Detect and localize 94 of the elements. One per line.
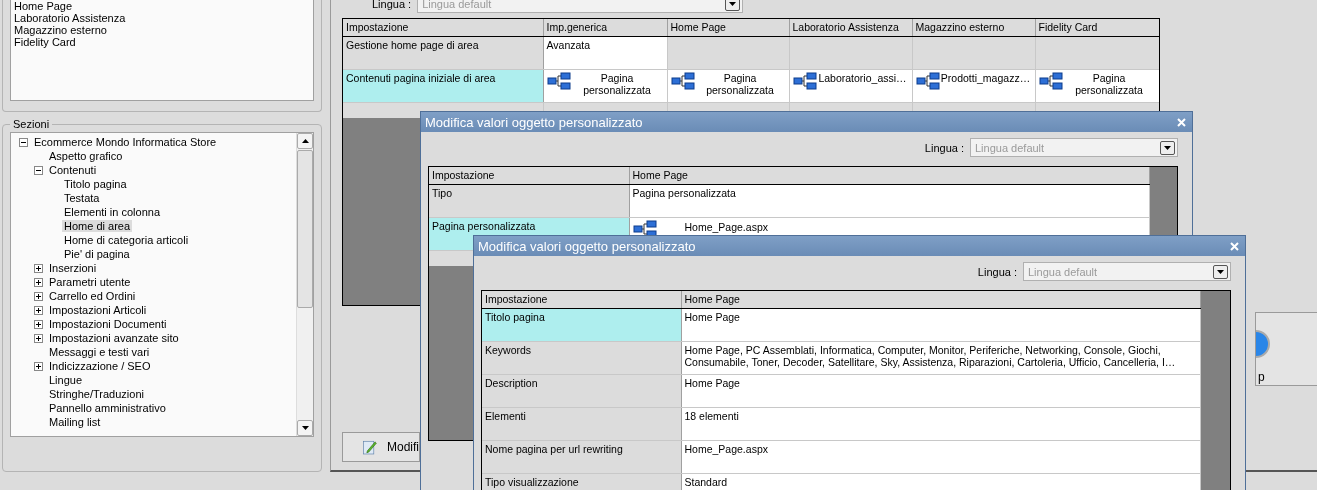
expand-icon[interactable]: [34, 361, 43, 371]
table-cell: Pagina personalizzata: [629, 184, 1149, 217]
link-cell[interactable]: Pagina personalizzata: [667, 69, 789, 102]
column-header: Laboratorio Assistenza: [789, 19, 912, 36]
column-header: Fidelity Card: [1035, 19, 1159, 36]
tree-structure-icon: [792, 71, 817, 90]
tree-item[interactable]: Pie' di pagina: [62, 248, 132, 260]
tree-structure-icon: [546, 71, 571, 90]
dropdown-arrow-button[interactable]: [725, 0, 741, 11]
link-cell[interactable]: Laboratorio_assi…: [789, 69, 912, 102]
list-item[interactable]: Magazzino esterno: [14, 24, 310, 36]
expand-icon[interactable]: [34, 263, 43, 273]
column-header: Home Page: [681, 291, 1200, 308]
row-label[interactable]: Tipo: [429, 184, 629, 217]
tree-item[interactable]: Aspetto grafico: [47, 150, 125, 162]
table-cell: Home Page, PC Assemblati, Informatica, Computer, Monitor, Periferiche, Networking, Console, Giochi, Consumabile, Toner, Decoder, Satellitare, Sky, Assistenza, Riparazioni, Cartoleria, Ufficio, Cancelleria, I…: [681, 341, 1200, 374]
row-label[interactable]: Contenuti pagina iniziale di area: [343, 69, 543, 102]
row-label[interactable]: Description: [482, 374, 681, 407]
table-cell: Home Page: [681, 308, 1200, 341]
down-arrow-icon: [1164, 145, 1171, 150]
table-cell: Avanzata: [543, 36, 667, 69]
tree-structure-icon: [1038, 71, 1063, 90]
row-label[interactable]: Elementi: [482, 407, 681, 440]
collapse-icon[interactable]: [34, 165, 43, 175]
tree-item[interactable]: Testata: [62, 192, 102, 204]
link-cell[interactable]: Pagina personalizzata: [1035, 69, 1159, 102]
tree-item[interactable]: Messaggi e testi vari: [47, 346, 152, 358]
column-header: Impostazione: [343, 19, 543, 36]
row-label[interactable]: Titolo pagina: [482, 308, 681, 341]
dialog-title-bar: Modifica valori oggetto personalizzato: [421, 112, 1192, 132]
close-button[interactable]: [1174, 115, 1188, 129]
tree-structure-icon: [632, 219, 657, 238]
expand-icon[interactable]: [34, 333, 43, 343]
column-header: Home Page: [667, 19, 789, 36]
tree-item[interactable]: Indicizzazione / SEO: [47, 360, 153, 372]
tree-item[interactable]: Mailing list: [47, 416, 103, 428]
tree-item[interactable]: Elementi in colonna: [62, 206, 162, 218]
column-header: Imp.generica: [543, 19, 667, 36]
row-label[interactable]: Gestione home page di area: [343, 36, 543, 69]
column-header: Home Page: [629, 167, 1149, 184]
help-button[interactable]: p: [1255, 312, 1317, 386]
expand-icon[interactable]: [34, 291, 43, 301]
dialog-title-bar: Modifica valori oggetto personalizzato: [474, 236, 1245, 256]
dropdown-arrow-button[interactable]: [1160, 140, 1175, 155]
tree-item[interactable]: Carrello ed Ordini: [47, 290, 138, 302]
scroll-up-button[interactable]: [297, 133, 313, 149]
tree-item[interactable]: Inserzioni: [47, 262, 99, 274]
close-icon: [1229, 241, 1239, 251]
list-item[interactable]: Home Page: [14, 0, 310, 12]
expand-icon[interactable]: [34, 305, 43, 315]
link-cell[interactable]: Pagina personalizzata: [543, 69, 667, 102]
tree-item[interactable]: Impostazioni Documenti: [47, 318, 169, 330]
tree-item[interactable]: Impostazioni avanzate sito: [47, 332, 181, 344]
table-cell: Home_Page.aspx: [681, 440, 1200, 473]
group-title: Sezioni: [12, 118, 51, 130]
link-cell[interactable]: Prodotti_magazz…: [912, 69, 1035, 102]
scrollbar[interactable]: [296, 133, 313, 436]
edit-button[interactable]: Modifi: [342, 432, 420, 462]
column-header: Magazzino esterno: [912, 19, 1035, 36]
tree-item[interactable]: Parametri utente: [47, 276, 133, 288]
tree-item[interactable]: Impostazioni Articoli: [47, 304, 149, 316]
table-cell: Home Page: [681, 374, 1200, 407]
column-header: Impostazione: [429, 167, 629, 184]
expand-icon[interactable]: [34, 319, 43, 329]
table-cell: 18 elementi: [681, 407, 1200, 440]
language-label: Lingua :: [372, 0, 412, 10]
language-label: Lingua :: [977, 265, 1017, 278]
language-label: Lingua :: [924, 141, 964, 154]
tree-structure-icon: [670, 71, 695, 90]
close-button[interactable]: [1227, 239, 1241, 253]
down-arrow-icon: [729, 1, 737, 6]
column-header: Impostazione: [482, 291, 681, 308]
down-arrow-icon: [301, 426, 309, 430]
tree-item[interactable]: Contenuti: [47, 164, 99, 176]
list-item[interactable]: Fidelity Card: [14, 36, 310, 48]
tree-structure-icon: [915, 71, 940, 90]
tree-item[interactable]: Titolo pagina: [62, 178, 129, 190]
expand-icon[interactable]: [34, 277, 43, 287]
up-arrow-icon: [301, 139, 309, 143]
tree-item[interactable]: Lingue: [47, 374, 85, 386]
scroll-thumb[interactable]: [297, 150, 313, 308]
tree-item[interactable]: Ecommerce Mondo Informatica Store: [32, 136, 219, 148]
scroll-down-button[interactable]: [297, 420, 313, 436]
down-arrow-icon: [1217, 269, 1224, 274]
row-label[interactable]: Nome pagina per url rewriting: [482, 440, 681, 473]
tree-item[interactable]: Stringhe/Traduzioni: [47, 388, 146, 400]
collapse-icon[interactable]: [19, 137, 28, 147]
list-item[interactable]: Laboratorio Assistenza: [14, 12, 310, 24]
tree-item[interactable]: Home di area: [62, 220, 133, 232]
row-label[interactable]: Keywords: [482, 341, 681, 374]
tree-item[interactable]: Pannello amministrativo: [47, 402, 168, 414]
tree-item[interactable]: Home di categoria articoli: [62, 234, 191, 246]
close-icon: [1176, 117, 1186, 127]
dropdown-arrow-button[interactable]: [1213, 264, 1228, 279]
